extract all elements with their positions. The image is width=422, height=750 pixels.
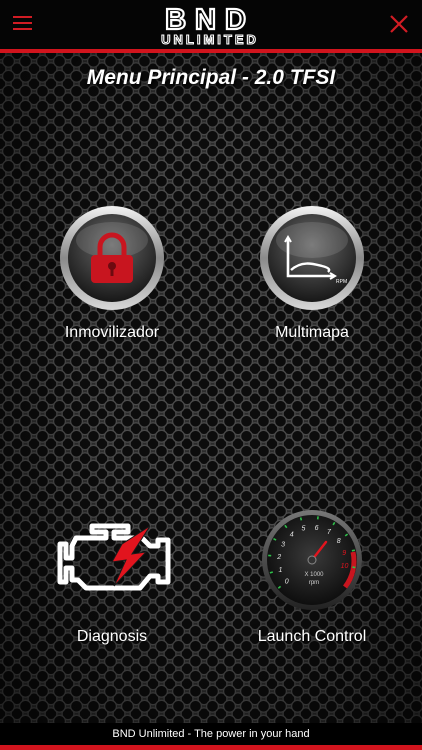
tachometer-unit-bottom: rpm (309, 580, 319, 586)
close-icon[interactable] (388, 13, 410, 35)
page-title: Menu Principal - 2.0 TFSI (86, 66, 336, 89)
header-accent-line (0, 49, 422, 53)
brand-logo-bottom-text: UNLIMITED (161, 32, 259, 47)
tachometer-tick-9: 9 (342, 550, 346, 557)
tachometer-tick-mark (269, 571, 274, 574)
brand-logo: BND UNLIMITED (161, 3, 259, 47)
tachometer-tick-mark (352, 566, 356, 569)
tachometer-tick-6: 6 (315, 525, 319, 532)
tachometer-unit-top: X 1000 (304, 572, 324, 578)
tachometer-tick-3: 3 (281, 542, 285, 549)
tile-multimapa[interactable]: RPM Multimapa (256, 204, 368, 354)
rpm-graph-icon: RPM (260, 206, 364, 310)
tile-diagnosis[interactable]: Diagnosis (50, 516, 174, 656)
footer-accent-line (0, 745, 422, 750)
tachometer-tick-mark (351, 549, 356, 552)
tachometer-tick-8: 8 (337, 538, 341, 545)
tile-label-inmovilizador: Inmovilizador (64, 324, 160, 341)
rpm-axis-label: RPM (336, 279, 347, 285)
hamburger-icon[interactable] (13, 14, 32, 32)
padlock-icon (60, 206, 164, 310)
tachometer-tick-10: 10 (341, 563, 349, 570)
header-bar: BND UNLIMITED (0, 0, 422, 49)
tachometer-tick-2: 2 (276, 554, 281, 561)
tachometer-icon: 012345 678910 X 1000 rpm (262, 510, 362, 610)
engine-warning-icon (57, 523, 171, 591)
tile-label-multimapa: Multimapa (275, 324, 349, 341)
tile-launch-control[interactable]: 0 1 2 3 4 5 6 7 8 9 10 X 1000 rpm Launch Control (252, 508, 372, 658)
tile-label-launch-control: Launch Control (257, 628, 367, 645)
tachometer-tick-mark (299, 517, 303, 521)
tile-label-diagnosis: Diagnosis (76, 628, 148, 645)
tachometer-tick-4: 4 (290, 532, 294, 539)
footer-tagline: BND Unlimited - The power in your hand (0, 723, 422, 745)
tachometer-tick-5: 5 (302, 526, 306, 533)
tachometer-tick-1: 1 (278, 567, 282, 574)
tile-inmovilizador[interactable]: Inmovilizador (56, 204, 168, 354)
tachometer-tick-0: 0 (285, 579, 289, 586)
